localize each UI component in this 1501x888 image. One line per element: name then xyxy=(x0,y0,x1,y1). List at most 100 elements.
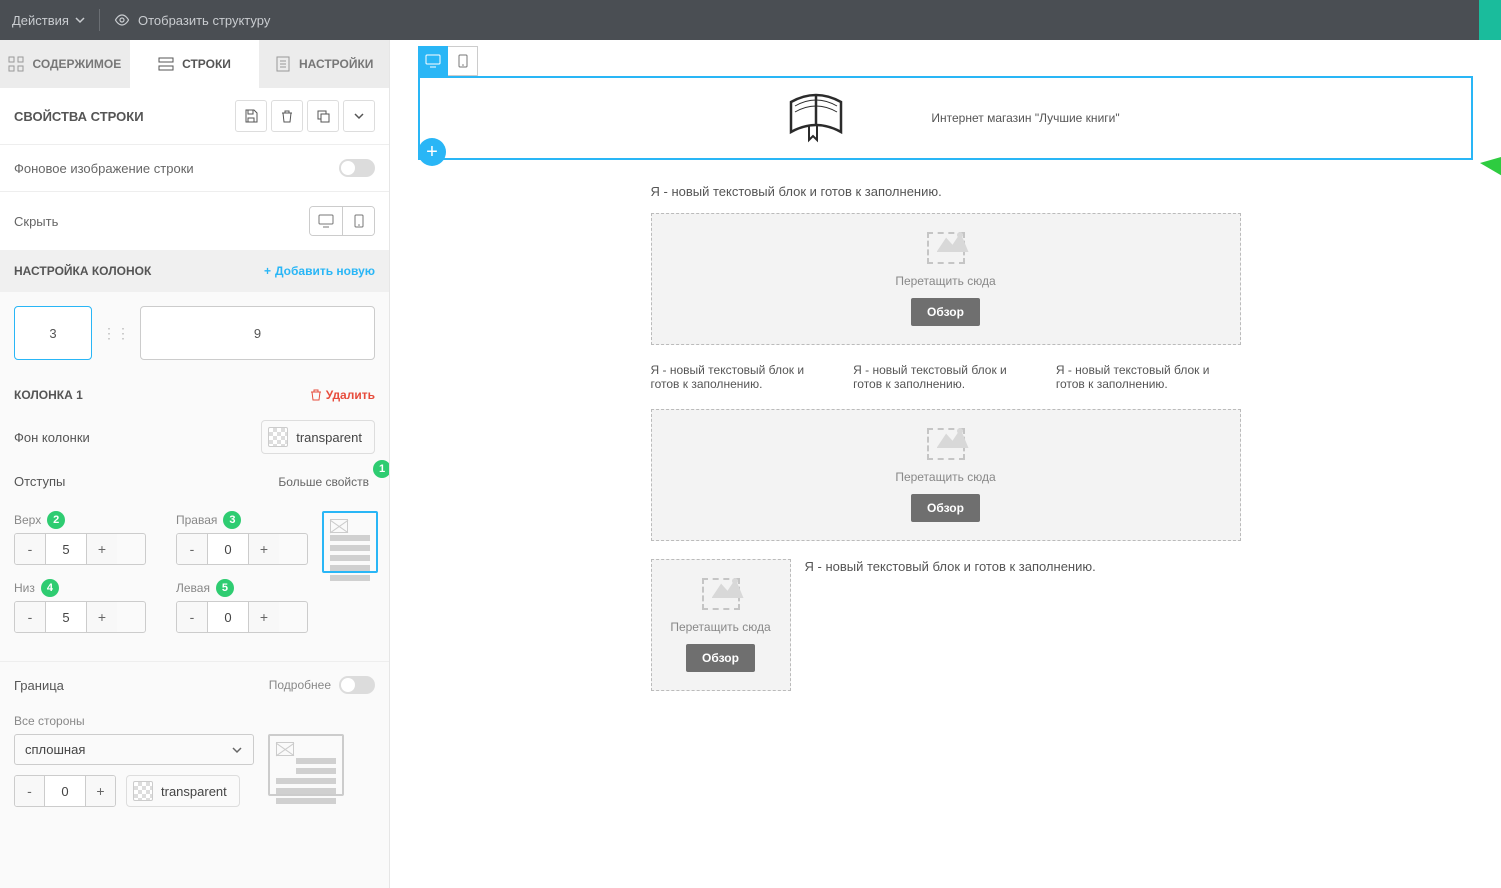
save-button[interactable] xyxy=(235,100,267,132)
tab-content-label: СОДЕРЖИМОЕ xyxy=(32,57,121,71)
border-style-select[interactable]: сплошная xyxy=(14,734,254,765)
device-mobile-button[interactable] xyxy=(448,46,478,76)
top-bar: Действия Отобразить структуру xyxy=(0,0,1501,40)
add-row-button[interactable]: + xyxy=(418,138,446,166)
device-switch xyxy=(418,46,1501,76)
collapse-button[interactable] xyxy=(343,100,375,132)
dec-button[interactable]: - xyxy=(177,534,207,564)
border-width-input[interactable] xyxy=(44,776,86,806)
dec-button[interactable]: - xyxy=(177,602,207,632)
store-name[interactable]: Интернет магазин "Лучшие книги" xyxy=(931,111,1119,125)
border-width-stepper[interactable]: -+ xyxy=(14,775,116,807)
border-more-toggle[interactable] xyxy=(339,676,375,694)
padding-left-stepper[interactable]: -+ xyxy=(176,601,308,633)
hide-desktop-button[interactable] xyxy=(310,207,342,235)
delete-button[interactable] xyxy=(271,100,303,132)
image-dropzone[interactable]: Перетащить сюда Обзор xyxy=(651,409,1241,541)
padding-bottom-input[interactable] xyxy=(45,602,87,632)
inc-button[interactable]: + xyxy=(87,534,117,564)
canvas: + Интернет магазин "Лучшие книги" Я - но… xyxy=(390,40,1501,888)
dec-button[interactable]: - xyxy=(15,776,44,806)
column-width-2[interactable]: 9 xyxy=(140,306,375,360)
doc-icon xyxy=(275,56,291,72)
dec-button[interactable]: - xyxy=(15,602,45,632)
column-width-1[interactable]: 3 xyxy=(14,306,92,360)
browse-button[interactable]: Обзор xyxy=(686,644,755,672)
duplicate-button[interactable] xyxy=(307,100,339,132)
padding-top-stepper[interactable]: -+ xyxy=(14,533,146,565)
inc-button[interactable]: + xyxy=(87,602,117,632)
text-block[interactable]: Я - новый текстовый блок и готов к запол… xyxy=(651,184,1241,199)
column-1-title: КОЛОНКА 1 xyxy=(14,388,83,402)
browse-button[interactable]: Обзор xyxy=(911,298,980,326)
image-dropzone[interactable]: Перетащить сюда Обзор xyxy=(651,213,1241,345)
chevron-down-icon xyxy=(231,744,243,756)
column-bg-picker[interactable]: transparent xyxy=(261,420,375,454)
inc-button[interactable]: + xyxy=(249,602,279,632)
row-hide-option: Скрыть xyxy=(0,192,389,250)
row-hide-label: Скрыть xyxy=(14,214,58,229)
logo-image[interactable] xyxy=(771,86,861,150)
browse-button[interactable]: Обзор xyxy=(911,494,980,522)
actions-label: Действия xyxy=(12,13,69,28)
delete-column-button[interactable]: Удалить xyxy=(310,388,375,402)
sidebar: СОДЕРЖИМОЕ СТРОКИ НАСТРОЙКИ СВОЙСТВА СТР… xyxy=(0,40,390,888)
drop-label: Перетащить сюда xyxy=(895,470,995,484)
border-more-label: Подробнее xyxy=(269,678,331,692)
padding-label: Отступы xyxy=(14,474,65,489)
columns-header: НАСТРОЙКА КОЛОНОК + Добавить новую xyxy=(0,250,389,292)
show-structure-button[interactable]: Отобразить структуру xyxy=(114,12,270,28)
actions-menu[interactable]: Действия xyxy=(12,13,85,28)
row-bg-image-toggle[interactable] xyxy=(339,159,375,177)
padding-preview xyxy=(322,511,378,573)
tab-content[interactable]: СОДЕРЖИМОЕ xyxy=(0,40,130,88)
text-block[interactable]: Я - новый текстовый блок и готов к запол… xyxy=(1056,363,1241,391)
border-all-sides-label: Все стороны xyxy=(14,714,375,728)
inc-button[interactable]: + xyxy=(249,534,279,564)
mobile-icon xyxy=(458,54,468,68)
padding-right-stepper[interactable]: -+ xyxy=(176,533,308,565)
image-dropzone[interactable]: Перетащить сюда Обзор xyxy=(651,559,791,691)
device-desktop-button[interactable] xyxy=(418,46,448,76)
more-props-label: Больше свойств xyxy=(278,475,369,489)
transparent-swatch xyxy=(133,781,153,801)
column-bg-label: Фон колонки xyxy=(14,430,90,445)
padding-bottom-label: Низ xyxy=(14,581,35,595)
tab-settings-label: НАСТРОЙКИ xyxy=(299,57,373,71)
annotation-arrow xyxy=(1480,155,1501,225)
padding-bottom-stepper[interactable]: -+ xyxy=(14,601,146,633)
desktop-icon xyxy=(318,214,334,228)
padding-right-label: Правая xyxy=(176,513,217,527)
sidebar-tabs: СОДЕРЖИМОЕ СТРОКИ НАСТРОЙКИ xyxy=(0,40,389,88)
padding-right-input[interactable] xyxy=(207,534,249,564)
badge-5: 5 xyxy=(216,579,234,597)
email-content: Я - новый текстовый блок и готов к запол… xyxy=(651,184,1241,691)
tab-rows[interactable]: СТРОКИ xyxy=(130,40,260,88)
show-structure-label: Отобразить структуру xyxy=(138,13,270,28)
column-widths: 3 ⋮⋮ 9 xyxy=(0,292,389,374)
hide-mobile-button[interactable] xyxy=(342,207,374,235)
trash-icon xyxy=(280,109,294,123)
separator xyxy=(99,9,100,31)
border-color-picker[interactable]: transparent xyxy=(126,775,240,807)
padding-left-input[interactable] xyxy=(207,602,249,632)
padding-top-input[interactable] xyxy=(45,534,87,564)
plus-icon: + xyxy=(264,264,271,278)
plus-icon: + xyxy=(426,141,438,164)
text-block[interactable]: Я - новый текстовый блок и готов к запол… xyxy=(805,559,1241,691)
selected-row[interactable]: + Интернет магазин "Лучшие книги" xyxy=(418,76,1473,160)
row-properties-title: СВОЙСТВА СТРОКИ xyxy=(14,109,144,124)
text-block[interactable]: Я - новый текстовый блок и готов к запол… xyxy=(651,363,836,391)
dec-button[interactable]: - xyxy=(15,534,45,564)
eye-icon xyxy=(114,12,130,28)
tab-settings[interactable]: НАСТРОЙКИ xyxy=(259,40,389,88)
drag-grip-icon[interactable]: ⋮⋮ xyxy=(102,325,130,342)
column-bg-value: transparent xyxy=(296,430,362,445)
save-icon xyxy=(244,109,258,123)
add-column-button[interactable]: + Добавить новую xyxy=(264,264,375,278)
border-preview xyxy=(268,734,344,796)
badge-2: 2 xyxy=(47,511,65,529)
text-block[interactable]: Я - новый текстовый блок и готов к запол… xyxy=(853,363,1038,391)
inc-button[interactable]: + xyxy=(86,776,115,806)
mobile-icon xyxy=(354,214,364,228)
